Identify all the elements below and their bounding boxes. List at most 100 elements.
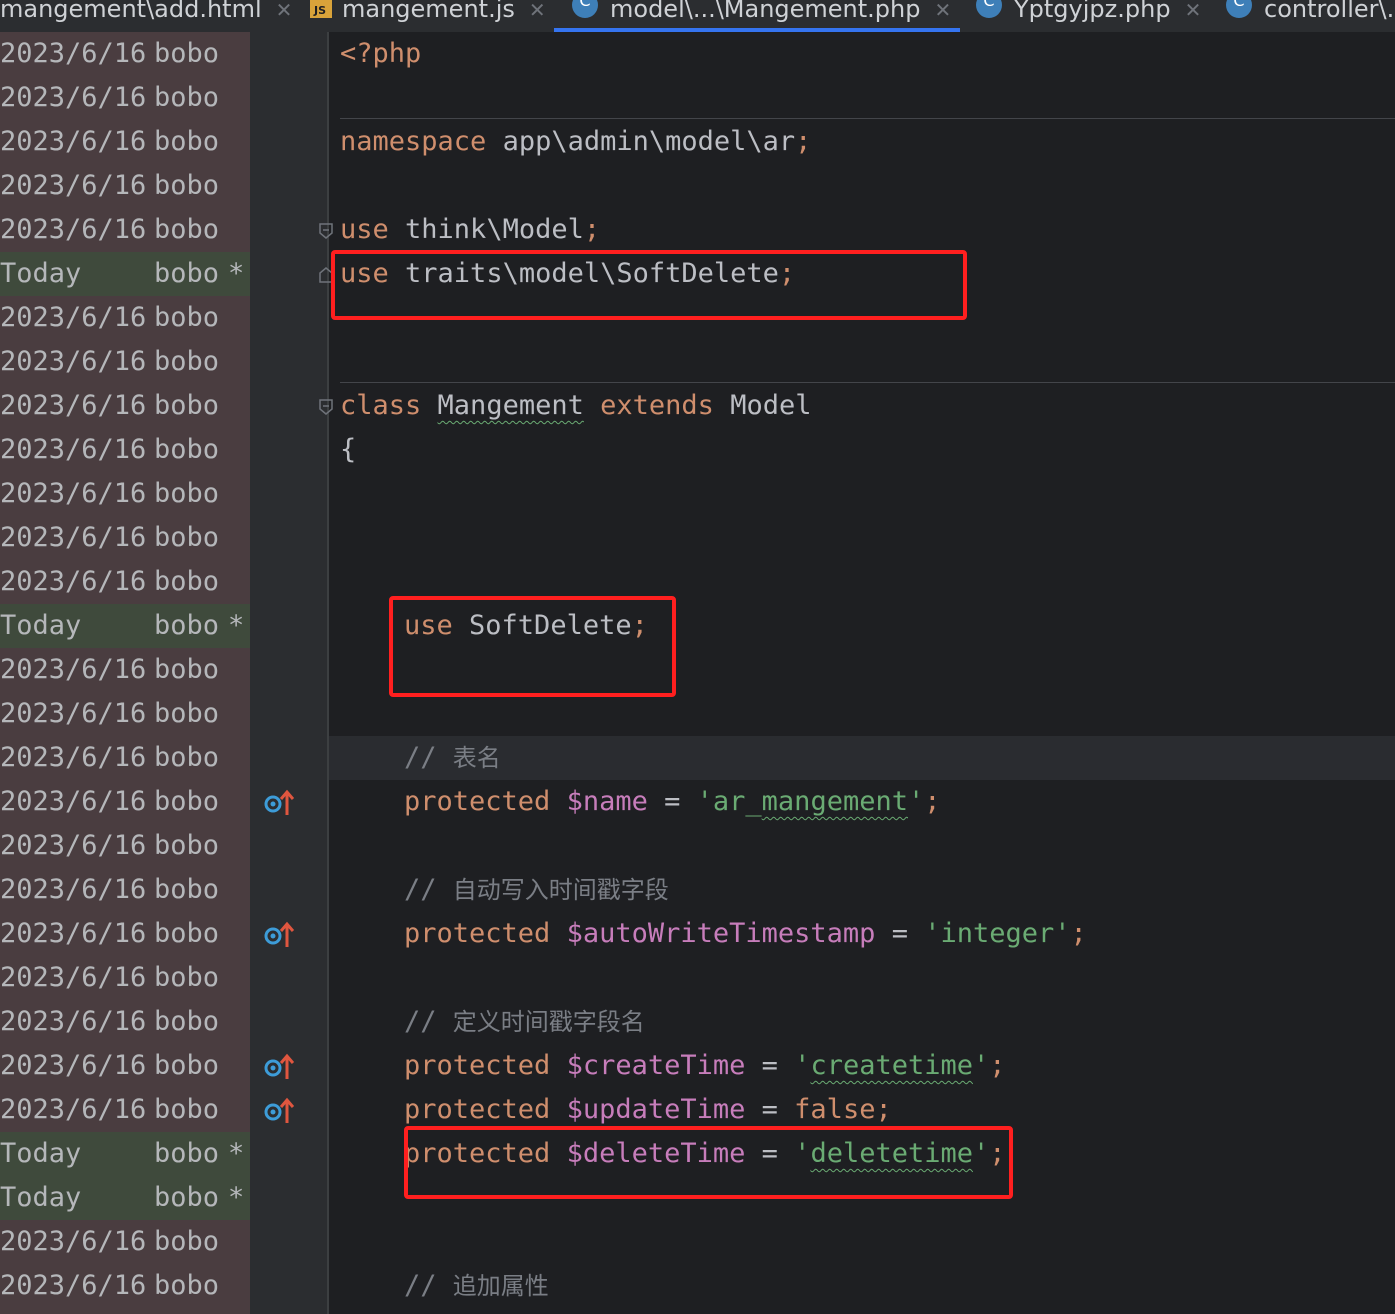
override-icon[interactable] xyxy=(264,789,294,817)
override-icon[interactable] xyxy=(264,1097,294,1125)
blame-date: 2023/6/16 xyxy=(0,742,147,773)
blame-row[interactable]: 2023/6/16 bobo xyxy=(0,1044,250,1088)
blame-modified-marker: * xyxy=(228,258,245,289)
close-icon[interactable]: ✕ xyxy=(1185,0,1202,22)
blame-author: bobo xyxy=(154,1270,220,1301)
blame-date: 2023/6/16 xyxy=(0,214,147,245)
blame-row[interactable]: 2023/6/16 bobo xyxy=(0,692,250,736)
blame-row[interactable]: 2023/6/16 bobo xyxy=(0,472,250,516)
blame-row[interactable]: 2023/6/16 bobo xyxy=(0,1088,250,1132)
import-name: think\Model xyxy=(388,214,584,245)
blame-row[interactable]: 2023/6/16 bobo xyxy=(0,824,250,868)
blame-row[interactable]: 2023/6/16 bobo xyxy=(0,340,250,384)
blame-author: bobo xyxy=(154,918,220,949)
blame-row[interactable]: Today bobo * xyxy=(0,604,250,648)
semicolon: ; xyxy=(875,1094,892,1125)
blame-row[interactable]: 2023/6/16 bobo xyxy=(0,736,250,780)
operator: = xyxy=(647,786,697,817)
blame-author: bobo xyxy=(154,698,220,729)
parent-class-name: Model xyxy=(730,390,812,421)
blame-row[interactable]: 2023/6/16 bobo xyxy=(0,516,250,560)
blame-row[interactable]: 2023/6/16 bobo xyxy=(0,164,250,208)
string-literal: createtime xyxy=(810,1050,973,1081)
blame-row[interactable]: 2023/6/16 bobo xyxy=(0,428,250,472)
blame-author: bobo xyxy=(154,434,220,465)
operator: = xyxy=(745,1050,795,1081)
blame-date: 2023/6/16 xyxy=(0,38,147,69)
blame-date: 2023/6/16 xyxy=(0,1006,147,1037)
blame-author: bobo xyxy=(154,522,220,553)
keyword: class xyxy=(340,390,422,421)
blame-row[interactable]: 2023/6/16 bobo xyxy=(0,912,250,956)
blame-row[interactable]: 2023/6/16 bobo xyxy=(0,560,250,604)
string-literal: mangement xyxy=(761,786,908,817)
blame-date: 2023/6/16 xyxy=(0,1094,147,1125)
blame-author: bobo xyxy=(154,1226,220,1257)
blame-row[interactable]: 2023/6/16 bobo xyxy=(0,384,250,428)
code-line: <?php xyxy=(340,32,421,76)
blame-author: bobo xyxy=(154,566,220,597)
property-name: $updateTime xyxy=(566,1094,746,1125)
blame-author: bobo xyxy=(154,1006,220,1037)
blame-row[interactable]: 2023/6/16 bobo xyxy=(0,956,250,1000)
editor-tab-bar: mangement\add.html ✕ JS mangement.js ✕ Cmod… xyxy=(0,0,1395,32)
tab-add-html[interactable]: mangement\add.html ✕ xyxy=(0,0,292,32)
tab-label: model\...\Mangement.php xyxy=(610,0,921,23)
method-separator xyxy=(340,118,1395,119)
blame-row[interactable]: 2023/6/16 bobo xyxy=(0,76,250,120)
blame-author: bobo xyxy=(154,302,220,333)
blame-row[interactable]: 2023/6/16 bobo xyxy=(0,32,250,76)
blame-date: 2023/6/16 xyxy=(0,962,147,993)
fold-icon[interactable] xyxy=(318,398,334,416)
blame-row[interactable]: 2023/6/16 bobo xyxy=(0,1264,250,1308)
comment-slash: // xyxy=(404,874,453,905)
brace: { xyxy=(340,434,357,465)
tab-label: mangement.js xyxy=(342,0,515,23)
blame-author: bobo xyxy=(154,82,220,113)
blame-row[interactable]: 2023/6/16 bobo xyxy=(0,1220,250,1264)
semicolon: ; xyxy=(1070,918,1087,949)
blame-author: bobo xyxy=(154,654,220,685)
tab-yptgyjpz-php[interactable]: C Yptgyjpz.php ✕ xyxy=(976,0,1201,32)
highlight-box xyxy=(331,250,967,320)
blame-row[interactable]: Today bobo * xyxy=(0,1176,250,1220)
override-icon[interactable] xyxy=(264,1053,294,1081)
blame-row[interactable]: 2023/6/16 bobo xyxy=(0,296,250,340)
fold-icon[interactable] xyxy=(318,222,334,240)
blame-author: bobo xyxy=(154,962,220,993)
blame-row[interactable]: Today bobo * xyxy=(0,252,250,296)
tab-controller[interactable]: Ccontroller\... xyxy=(1226,0,1395,32)
class-name: Mangement xyxy=(437,390,584,421)
blame-row[interactable]: 2023/6/16 bobo xyxy=(0,1000,250,1044)
method-separator xyxy=(340,382,1395,383)
blame-row[interactable]: 2023/6/16 bobo xyxy=(0,120,250,164)
tab-mangement-php[interactable]: Cmodel\...\Mangement.php ✕ xyxy=(554,0,960,32)
close-icon[interactable]: ✕ xyxy=(276,0,293,22)
code-line: { xyxy=(340,428,356,472)
code-line: use think\Model; xyxy=(340,208,600,252)
blame-author: bobo xyxy=(154,38,220,69)
blame-row[interactable]: 2023/6/16 bobo xyxy=(0,648,250,692)
blame-date: 2023/6/16 xyxy=(0,1270,147,1301)
blame-row[interactable]: 2023/6/16 bobo xyxy=(0,868,250,912)
override-icon[interactable] xyxy=(264,921,294,949)
blame-date: Today xyxy=(0,1182,82,1213)
string-literal: ' xyxy=(973,1050,990,1081)
semicolon: ; xyxy=(795,126,812,157)
blame-date: Today xyxy=(0,610,82,641)
blame-row[interactable]: 2023/6/16 bobo xyxy=(0,780,250,824)
blame-date: 2023/6/16 xyxy=(0,1226,147,1257)
semicolon: ; xyxy=(583,214,601,245)
tab-mangement-js[interactable]: JS mangement.js ✕ xyxy=(310,0,546,32)
tab-label: controller\... xyxy=(1264,0,1395,23)
comment-slash: // xyxy=(404,742,453,773)
code-line: protected $createTime = 'createtime'; xyxy=(404,1044,1006,1088)
blame-date: 2023/6/16 xyxy=(0,522,147,553)
blame-date: 2023/6/16 xyxy=(0,698,147,729)
boolean-literal: false xyxy=(794,1094,876,1125)
close-icon[interactable]: ✕ xyxy=(529,0,546,22)
blame-row[interactable]: Today bobo * xyxy=(0,1132,250,1176)
close-icon[interactable]: ✕ xyxy=(935,0,952,22)
blame-row[interactable]: 2023/6/16 bobo xyxy=(0,208,250,252)
operator: = xyxy=(745,1094,795,1125)
